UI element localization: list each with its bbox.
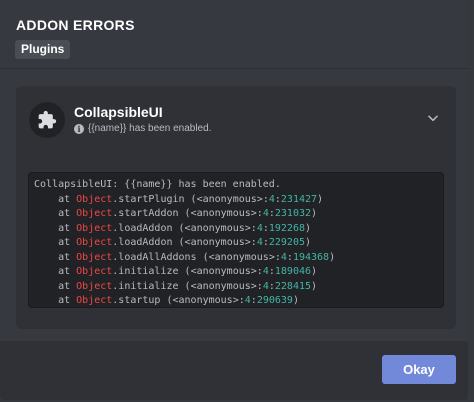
frame-method: .loadAddon <box>112 237 173 248</box>
frame-object: Object <box>76 266 113 277</box>
stack-frame: at Object.startup (<anonymous>:4:290639) <box>58 295 299 306</box>
frame-column: 194368 <box>292 251 330 263</box>
frame-location: <anonymous> <box>208 251 275 263</box>
frame-object: Object <box>76 193 113 205</box>
frame-location: <anonymous> <box>190 208 257 219</box>
frame-location: <anonymous> <box>196 193 263 205</box>
stack-frame: at Object.startPlugin (<anonymous>:4:231… <box>58 193 324 205</box>
stack-trace-text: CollapsibleUI: {{name}} has been enabled… <box>29 173 443 307</box>
frame-column: 231427 <box>280 193 318 205</box>
stack-frame: at Object.initialize (<anonymous>:4:1890… <box>58 266 318 277</box>
frame-method: .startPlugin <box>112 193 185 205</box>
frame-column: 229205 <box>268 237 305 248</box>
frame-location: <anonymous> <box>172 295 239 306</box>
frame-method: .startup <box>112 295 161 306</box>
frame-line: 4 <box>244 295 251 306</box>
frame-column: 192268 <box>268 222 305 234</box>
frame-method: .loadAddon <box>112 222 173 234</box>
frame-object: Object <box>76 222 113 234</box>
modal-header: ADDON ERRORS Plugins <box>0 0 468 68</box>
modal-title: ADDON ERRORS <box>16 17 135 33</box>
frame-prefix: at <box>58 237 77 248</box>
frame-object: Object <box>76 280 113 292</box>
frame-prefix: at <box>58 280 77 292</box>
frame-object: Object <box>76 208 113 219</box>
frame-prefix: at <box>58 222 77 234</box>
frame-column: 290639 <box>256 295 293 306</box>
frame-location: <anonymous> <box>190 266 257 277</box>
stack-frame: at Object.startAddon (<anonymous>:4:2310… <box>58 208 318 219</box>
chevron-down-icon[interactable] <box>426 111 440 125</box>
frame-line: 4 <box>262 280 269 292</box>
stack-trace: CollapsibleUI: {{name}} has been enabled… <box>28 172 444 308</box>
addon-name: CollapsibleUI <box>74 104 163 120</box>
frame-method: .startAddon <box>112 208 179 219</box>
frame-location: <anonymous> <box>184 237 251 248</box>
stack-frame: at Object.initialize (<anonymous>:4:2284… <box>58 280 318 292</box>
frame-line: 4 <box>262 266 269 277</box>
stack-frame: at Object.loadAllAddons (<anonymous>:4:1… <box>58 251 336 263</box>
frame-column: 228415 <box>274 280 312 292</box>
addon-message: {{name}} has been enabled. <box>88 123 212 134</box>
okay-button[interactable]: Okay <box>382 355 456 384</box>
frame-column: 189046 <box>274 266 312 277</box>
frame-line: 4 <box>256 237 263 248</box>
frame-line: 4 <box>256 222 263 234</box>
modal-content: CollapsibleUI i {{name}} has been enable… <box>0 69 468 341</box>
frame-location: <anonymous> <box>190 280 257 292</box>
frame-prefix: at <box>58 295 77 306</box>
frame-method: .initialize <box>112 266 179 277</box>
frame-method: .initialize <box>112 280 179 292</box>
puzzle-piece-icon <box>38 110 57 129</box>
info-icon: i <box>74 124 84 134</box>
frame-location: <anonymous> <box>184 222 251 234</box>
frame-object: Object <box>76 295 113 306</box>
frame-line: 4 <box>280 251 287 263</box>
addon-errors-modal: ADDON ERRORS Plugins CollapsibleUI i {{n… <box>0 0 468 400</box>
stack-frame: at Object.loadAddon (<anonymous>:4:22920… <box>58 237 312 248</box>
addon-error-card: CollapsibleUI i {{name}} has been enable… <box>16 86 456 329</box>
frame-prefix: at <box>58 208 77 219</box>
frame-line: 4 <box>262 208 269 219</box>
frame-column: 231032 <box>274 208 312 219</box>
frame-prefix: at <box>58 193 77 205</box>
tab-plugins[interactable]: Plugins <box>15 40 71 59</box>
frame-object: Object <box>76 251 113 263</box>
frame-method: .loadAllAddons <box>112 251 197 263</box>
stack-trace-header: CollapsibleUI: {{name}} has been enabled… <box>34 179 281 190</box>
frame-line: 4 <box>268 193 275 205</box>
stack-frame: at Object.loadAddon (<anonymous>:4:19226… <box>58 222 312 234</box>
stack-frames: at Object.startPlugin (<anonymous>:4:231… <box>34 194 335 307</box>
frame-object: Object <box>76 237 113 248</box>
frame-prefix: at <box>58 266 77 277</box>
frame-prefix: at <box>58 251 77 263</box>
addon-avatar <box>29 102 65 138</box>
